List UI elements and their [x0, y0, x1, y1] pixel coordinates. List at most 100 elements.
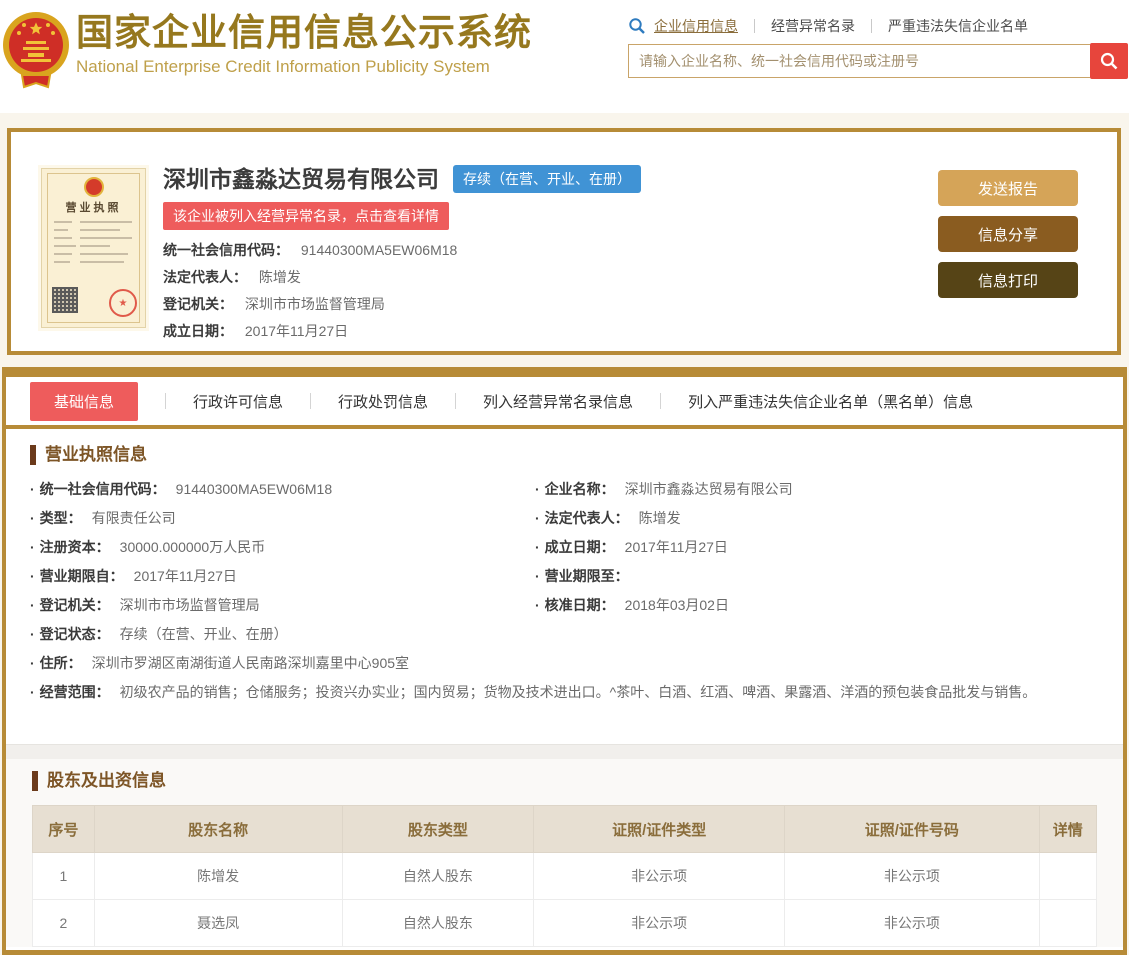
field-label: 登记机关： — [30, 595, 110, 615]
license-text-line — [54, 237, 72, 239]
column-header-cert-type: 证照/证件类型 — [533, 805, 786, 853]
table-row: 1 陈增发 自然人股东 非公示项 非公示项 — [32, 852, 1097, 900]
share-info-button[interactable]: 信息分享 — [938, 216, 1078, 252]
section-separator — [6, 744, 1123, 759]
license-text-line — [80, 253, 128, 255]
license-text-line — [54, 245, 76, 247]
divider — [660, 393, 662, 409]
brand-block: 国家企业信用信息公示系统 National Enterprise Credit … — [76, 12, 532, 77]
field-label: 企业名称： — [535, 479, 615, 499]
business-license-thumbnail: 营业执照 ★ — [41, 168, 146, 328]
info-row-business-scope: 经营范围： 初级农产品的销售；仓储服务；投资兴办实业；国内贸易；货物及技术进出口。… — [30, 682, 1099, 702]
field-label: 类型： — [30, 508, 82, 528]
detail-container: 基础信息 行政许可信息 行政处罚信息 列入经营异常名录信息 列入严重违法失信企业… — [2, 367, 1127, 955]
field-value: 初级农产品的销售；仓储服务；投资兴办实业；国内贸易；货物及技术进出口。^茶叶、白… — [119, 684, 1037, 700]
divider — [310, 393, 312, 409]
field-value: 陈增发 — [258, 269, 301, 285]
field-label: 住所： — [30, 653, 82, 673]
cell-detail — [1038, 852, 1097, 900]
info-row: 类型： 有限责任公司 法定代表人： 陈增发 — [30, 508, 1099, 528]
search-bar — [628, 43, 1128, 80]
search-input[interactable] — [628, 44, 1090, 78]
national-emblem-logo — [2, 7, 70, 93]
divider — [165, 393, 167, 409]
card-field-credit-code: 统一社会信用代码： 91440300MA5EW06M18 — [163, 240, 903, 260]
cell-cert-number: 非公示项 — [784, 899, 1040, 947]
info-row: 登记状态： 存续（在营、开业、在册） — [30, 624, 1099, 644]
cell-cert-type: 非公示项 — [533, 852, 786, 900]
column-header-name: 股东名称 — [93, 805, 343, 853]
company-summary-card: 营业执照 ★ 深圳市鑫淼达贸易有限公司 存续（在营、开业、在册） 该企业被列入经… — [7, 128, 1121, 355]
license-text-line — [54, 229, 68, 231]
cell-shareholder-name: 陈增发 — [93, 852, 343, 900]
section-title-license: 营业执照信息 — [30, 445, 1099, 465]
card-field-establish-date: 成立日期： 2017年11月27日 — [163, 321, 903, 341]
cell-shareholder-type: 自然人股东 — [341, 899, 535, 947]
company-main-info: 深圳市鑫淼达贸易有限公司 存续（在营、开业、在册） 该企业被列入经营异常名录，点… — [163, 164, 903, 348]
search-button[interactable] — [1090, 43, 1128, 79]
field-value: 2017年11月27日 — [133, 568, 237, 584]
cell-shareholder-type: 自然人股东 — [341, 852, 535, 900]
print-info-button[interactable]: 信息打印 — [938, 262, 1078, 298]
status-badge: 存续（在营、开业、在册） — [453, 165, 641, 193]
field-label: 成立日期： — [163, 323, 233, 339]
send-report-button[interactable]: 发送报告 — [938, 170, 1078, 206]
section-title-shareholders: 股东及出资信息 — [32, 771, 1097, 791]
field-value: 2017年11月27日 — [244, 323, 349, 339]
company-name: 深圳市鑫淼达贸易有限公司 — [163, 166, 439, 192]
tab-abnormal-list[interactable]: 列入经营异常名录信息 — [483, 391, 633, 412]
nav-link-abnormal-list[interactable]: 经营异常名录 — [771, 16, 855, 36]
field-value: 30000.000000万人民币 — [119, 539, 266, 555]
shareholder-table: 序号 股东名称 股东类型 证照/证件类型 证照/证件号码 详情 1 陈增发 自然… — [32, 805, 1097, 947]
top-nav: 企业信用信息 经营异常名录 严重违法失信企业名单 — [628, 14, 1128, 38]
field-value: 陈增发 — [638, 510, 681, 526]
search-icon — [629, 18, 645, 34]
field-value: 2017年11月27日 — [624, 539, 728, 555]
nav-link-enterprise-credit[interactable]: 企业信用信息 — [654, 16, 738, 36]
field-label: 注册资本： — [30, 537, 110, 557]
field-value: 深圳市鑫淼达贸易有限公司 — [624, 481, 793, 497]
cell-index: 2 — [32, 899, 95, 947]
license-info-section: 营业执照信息 统一社会信用代码： 91440300MA5EW06M18 企业名称：… — [6, 429, 1123, 702]
abnormal-warning-banner[interactable]: 该企业被列入经营异常名录，点击查看详情 — [163, 202, 449, 230]
site-subtitle: National Enterprise Credit Information P… — [76, 57, 490, 76]
cell-cert-number: 非公示项 — [784, 852, 1040, 900]
license-text-line — [54, 261, 70, 263]
tab-admin-license[interactable]: 行政许可信息 — [193, 391, 283, 412]
cell-index: 1 — [32, 852, 95, 900]
license-text-line — [80, 221, 132, 223]
info-row: 登记机关： 深圳市市场监督管理局 核准日期： 2018年03月02日 — [30, 595, 1099, 615]
license-emblem-icon — [83, 177, 104, 197]
license-title: 营业执照 — [65, 202, 122, 214]
field-value: 存续（在营、开业、在册） — [119, 626, 288, 642]
field-label: 营业期限至： — [535, 566, 629, 586]
field-value: 2018年03月02日 — [624, 597, 729, 613]
column-header-index: 序号 — [32, 805, 95, 853]
card-field-reg-authority: 登记机关： 深圳市市场监督管理局 — [163, 294, 903, 314]
field-label: 统一社会信用代码： — [163, 242, 289, 258]
license-text-line — [80, 229, 120, 231]
tab-blacklist[interactable]: 列入严重违法失信企业名单（黑名单）信息 — [688, 391, 973, 412]
nav-link-illegal-list[interactable]: 严重违法失信企业名单 — [888, 16, 1028, 36]
field-value: 深圳市市场监督管理局 — [119, 597, 260, 613]
field-value: 深圳市罗湖区南湖街道人民南路深圳嘉里中心905室 — [91, 655, 410, 671]
column-header-detail: 详情 — [1038, 805, 1097, 853]
license-text-line — [80, 261, 124, 263]
action-buttons: 发送报告 信息分享 信息打印 — [938, 170, 1078, 308]
card-field-legal-rep: 法定代表人： 陈增发 — [163, 267, 903, 287]
divider — [754, 19, 755, 33]
field-value: 91440300MA5EW06M18 — [300, 242, 458, 258]
column-header-cert-number: 证照/证件号码 — [784, 805, 1040, 853]
tab-basic-info[interactable]: 基础信息 — [30, 381, 139, 421]
license-qr-code — [52, 287, 78, 313]
field-label: 登记机关： — [163, 296, 233, 312]
header-right: 企业信用信息 经营异常名录 严重违法失信企业名单 — [628, 14, 1128, 80]
table-row: 2 聂选凤 自然人股东 非公示项 非公示项 — [32, 899, 1097, 947]
field-value: 深圳市市场监督管理局 — [244, 296, 385, 312]
info-row: 营业期限自： 2017年11月27日 营业期限至： — [30, 566, 1099, 586]
license-text-line — [54, 253, 72, 255]
tab-admin-penalty[interactable]: 行政处罚信息 — [338, 391, 428, 412]
license-text-line — [80, 245, 110, 247]
shareholder-section: 股东及出资信息 序号 股东名称 股东类型 证照/证件类型 证照/证件号码 详情 … — [6, 759, 1123, 947]
license-text-line — [54, 221, 72, 223]
